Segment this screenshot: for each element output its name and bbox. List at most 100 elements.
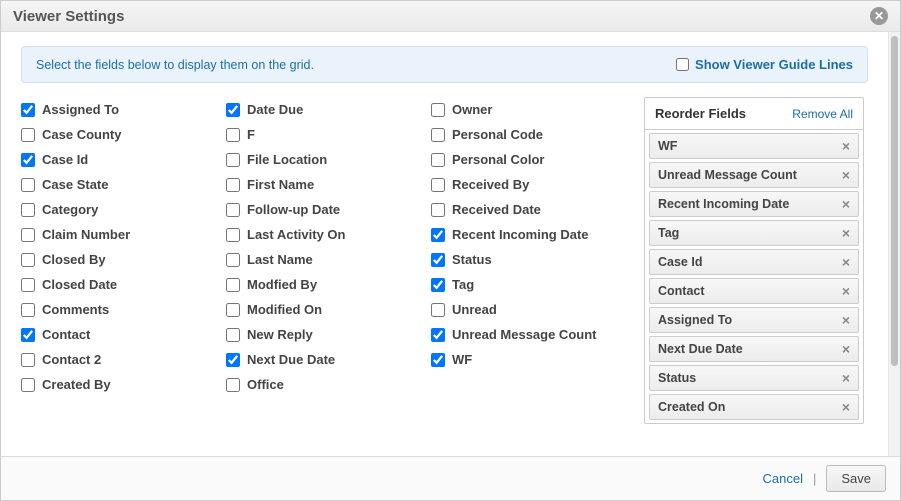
reorder-item[interactable]: Recent Incoming Date×: [649, 191, 859, 217]
field-checkbox[interactable]: [21, 303, 35, 317]
remove-icon[interactable]: ×: [842, 226, 850, 240]
reorder-item[interactable]: Assigned To×: [649, 307, 859, 333]
field-checkbox[interactable]: [431, 128, 445, 142]
field-item[interactable]: Category: [21, 197, 216, 222]
show-guide-lines-toggle[interactable]: Show Viewer Guide Lines: [676, 57, 853, 72]
field-item[interactable]: Received Date: [431, 197, 626, 222]
field-checkbox[interactable]: [431, 103, 445, 117]
reorder-item[interactable]: Tag×: [649, 220, 859, 246]
scrollbar-thumb[interactable]: [891, 36, 898, 366]
field-checkbox[interactable]: [226, 128, 240, 142]
field-item[interactable]: Claim Number: [21, 222, 216, 247]
field-checkbox[interactable]: [431, 153, 445, 167]
field-item[interactable]: Closed By: [21, 247, 216, 272]
field-item[interactable]: Last Name: [226, 247, 421, 272]
remove-icon[interactable]: ×: [842, 168, 850, 182]
reorder-item[interactable]: Case Id×: [649, 249, 859, 275]
field-checkbox[interactable]: [21, 128, 35, 142]
field-item[interactable]: Contact 2: [21, 347, 216, 372]
field-item[interactable]: Case Id: [21, 147, 216, 172]
field-item[interactable]: Tag: [431, 272, 626, 297]
field-checkbox[interactable]: [431, 303, 445, 317]
field-item[interactable]: Recent Incoming Date: [431, 222, 626, 247]
field-item[interactable]: Case County: [21, 122, 216, 147]
field-item[interactable]: Owner: [431, 97, 626, 122]
field-checkbox[interactable]: [226, 253, 240, 267]
field-item[interactable]: Next Due Date: [226, 347, 421, 372]
field-item[interactable]: Office: [226, 372, 421, 397]
field-checkbox[interactable]: [226, 228, 240, 242]
field-checkbox[interactable]: [431, 228, 445, 242]
field-checkbox[interactable]: [21, 253, 35, 267]
field-item[interactable]: Personal Code: [431, 122, 626, 147]
field-checkbox[interactable]: [226, 178, 240, 192]
field-checkbox[interactable]: [21, 228, 35, 242]
field-item[interactable]: Last Activity On: [226, 222, 421, 247]
field-checkbox[interactable]: [226, 203, 240, 217]
field-checkbox[interactable]: [21, 328, 35, 342]
remove-icon[interactable]: ×: [842, 139, 850, 153]
reorder-item[interactable]: Contact×: [649, 278, 859, 304]
remove-icon[interactable]: ×: [842, 342, 850, 356]
reorder-item[interactable]: Unread Message Count×: [649, 162, 859, 188]
remove-icon[interactable]: ×: [842, 313, 850, 327]
reorder-item[interactable]: Created On×: [649, 394, 859, 420]
field-item[interactable]: Personal Color: [431, 147, 626, 172]
field-checkbox[interactable]: [226, 303, 240, 317]
body-scrollbar[interactable]: [888, 32, 900, 456]
field-checkbox[interactable]: [21, 153, 35, 167]
cancel-button[interactable]: Cancel: [763, 471, 803, 486]
field-checkbox[interactable]: [21, 103, 35, 117]
field-checkbox[interactable]: [226, 328, 240, 342]
field-checkbox[interactable]: [226, 278, 240, 292]
field-checkbox[interactable]: [226, 153, 240, 167]
remove-icon[interactable]: ×: [842, 284, 850, 298]
field-checkbox[interactable]: [431, 203, 445, 217]
field-item[interactable]: Date Due: [226, 97, 421, 122]
field-item[interactable]: Contact: [21, 322, 216, 347]
save-button[interactable]: Save: [826, 465, 886, 492]
field-item[interactable]: New Reply: [226, 322, 421, 347]
field-item[interactable]: First Name: [226, 172, 421, 197]
field-item[interactable]: Follow-up Date: [226, 197, 421, 222]
reorder-list[interactable]: WF× Unread Message Count× Recent Incoming …: [645, 129, 863, 423]
field-item[interactable]: Assigned To: [21, 97, 216, 122]
field-item[interactable]: Received By: [431, 172, 626, 197]
show-guide-lines-checkbox[interactable]: [676, 58, 689, 71]
field-item[interactable]: Closed Date: [21, 272, 216, 297]
field-item[interactable]: Unread Message Count: [431, 322, 626, 347]
remove-icon[interactable]: ×: [842, 400, 850, 414]
remove-icon[interactable]: ×: [842, 255, 850, 269]
field-item[interactable]: Modified On: [226, 297, 421, 322]
field-checkbox[interactable]: [431, 353, 445, 367]
reorder-item[interactable]: Next Due Date×: [649, 336, 859, 362]
field-checkbox[interactable]: [226, 378, 240, 392]
reorder-item[interactable]: WF×: [649, 133, 859, 159]
reorder-panel: Reorder Fields Remove All WF×Unread Mess…: [644, 97, 864, 424]
field-checkbox[interactable]: [21, 178, 35, 192]
close-icon[interactable]: ✕: [870, 7, 888, 25]
field-item[interactable]: Case State: [21, 172, 216, 197]
field-item[interactable]: WF: [431, 347, 626, 372]
field-item[interactable]: Comments: [21, 297, 216, 322]
field-checkbox[interactable]: [431, 328, 445, 342]
reorder-item[interactable]: Status×: [649, 365, 859, 391]
field-checkbox[interactable]: [21, 278, 35, 292]
field-item[interactable]: File Location: [226, 147, 421, 172]
field-item[interactable]: Unread: [431, 297, 626, 322]
field-checkbox[interactable]: [431, 278, 445, 292]
field-item[interactable]: Status: [431, 247, 626, 272]
field-item[interactable]: Modfied By: [226, 272, 421, 297]
remove-all-link[interactable]: Remove All: [792, 107, 853, 121]
field-checkbox[interactable]: [21, 203, 35, 217]
field-item[interactable]: Created By: [21, 372, 216, 397]
field-checkbox[interactable]: [226, 103, 240, 117]
field-checkbox[interactable]: [431, 253, 445, 267]
field-item[interactable]: F: [226, 122, 421, 147]
remove-icon[interactable]: ×: [842, 371, 850, 385]
remove-icon[interactable]: ×: [842, 197, 850, 211]
field-checkbox[interactable]: [226, 353, 240, 367]
field-checkbox[interactable]: [21, 378, 35, 392]
field-checkbox[interactable]: [21, 353, 35, 367]
field-checkbox[interactable]: [431, 178, 445, 192]
